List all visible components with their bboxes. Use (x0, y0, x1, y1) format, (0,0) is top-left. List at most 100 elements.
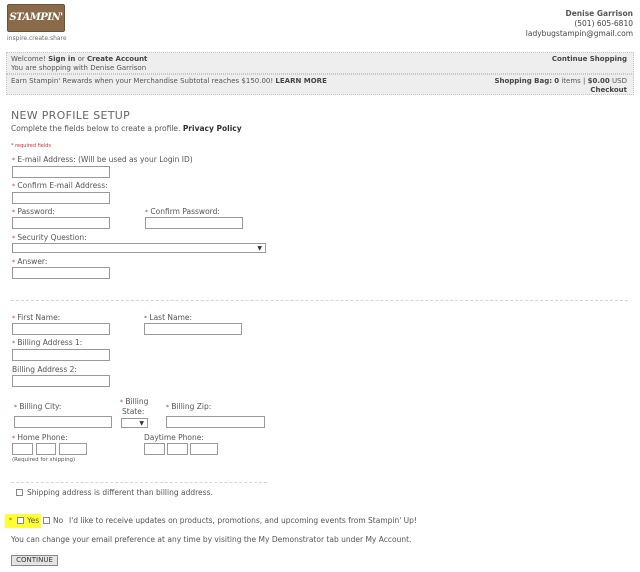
billing-state-label-line1: Billing (125, 397, 149, 406)
billing-address1-label: * Billing Address 1: (12, 338, 82, 347)
currency: USD (612, 77, 627, 85)
contact-phone: (501) 605-6810 (574, 19, 633, 28)
email-field[interactable] (12, 166, 110, 178)
required-star: * (120, 399, 123, 406)
billing-zip-label: * Billing Zip: (166, 402, 211, 411)
confirm-password-label: * Confirm Password: (145, 207, 220, 216)
confirm-password-label-text: Confirm Password: (150, 207, 220, 216)
home-phone-line[interactable] (59, 443, 87, 455)
password-label-text: Password: (17, 207, 55, 216)
sign-in-link[interactable]: Sign in (48, 55, 75, 63)
intro-text: Complete the fields below to create a pr… (11, 124, 242, 133)
updates-no-checkbox[interactable] (43, 517, 50, 524)
daytime-phone-prefix[interactable] (167, 443, 188, 455)
or-text: or (77, 55, 85, 63)
required-star: * (12, 259, 15, 266)
required-star: * (14, 404, 17, 411)
learn-more-link[interactable]: LEARN MORE (275, 77, 326, 85)
checkout-link[interactable]: Checkout (590, 86, 627, 94)
billing-city-label-text: Billing City: (19, 402, 62, 411)
first-name-label: * First Name: (12, 313, 60, 322)
security-question-select[interactable]: ▼ (12, 243, 266, 253)
security-question-label: * Security Question: (12, 233, 87, 242)
required-star: * (12, 183, 15, 190)
required-star: * (145, 209, 148, 216)
shipping-divider (11, 482, 267, 483)
required-star: * (9, 517, 12, 524)
home-phone-area-code[interactable] (12, 443, 33, 455)
required-star: * (12, 209, 15, 216)
billing-state-label: * Billing State: (120, 397, 148, 416)
confirm-email-label-text: Confirm E-mail Address: (17, 181, 108, 190)
security-question-label-text: Security Question: (17, 233, 87, 242)
contact-name: Denise Garrison (565, 9, 633, 18)
confirm-email-label: * Confirm E-mail Address: (12, 181, 108, 190)
email-label: * E-mail Address: (Will be used as your … (12, 155, 193, 164)
rewards-bar: Earn Stampin' Rewards when your Merchand… (6, 74, 634, 95)
required-star: * (12, 340, 15, 347)
home-phone-label: * Home Phone: (12, 433, 68, 442)
required-star: * (12, 157, 15, 164)
required-star: * (12, 315, 15, 322)
continue-button[interactable]: CONTINUE (11, 555, 58, 566)
billing-address1-field[interactable] (12, 349, 110, 361)
updates-description: I'd like to receive updates on products,… (69, 516, 417, 525)
last-name-field[interactable] (144, 323, 242, 335)
rewards-message: Earn Stampin' Rewards when your Merchand… (11, 77, 274, 85)
billing-zip-label-text: Billing Zip: (171, 402, 212, 411)
continue-shopping-link[interactable]: Continue Shopping (552, 55, 627, 64)
privacy-policy-link[interactable]: Privacy Policy (183, 124, 242, 133)
required-star: * (12, 435, 15, 442)
bag-amount: $0.00 (587, 77, 610, 85)
tagline: inspire.create.share (7, 35, 67, 42)
shopping-bag-link[interactable]: Shopping Bag: (494, 77, 552, 85)
shipping-different-checkbox[interactable] (16, 489, 23, 496)
bag-count: 0 (554, 77, 560, 85)
password-label: * Password: (12, 207, 55, 216)
answer-label-text: Answer: (17, 257, 48, 266)
chevron-down-icon: ▼ (257, 245, 262, 252)
home-phone-label-text: Home Phone: (17, 433, 68, 442)
contact-email[interactable]: ladybugstampin@gmail.com (526, 29, 633, 39)
home-phone-prefix[interactable] (36, 443, 56, 455)
billing-address2-field[interactable] (12, 375, 110, 387)
daytime-phone-area-code[interactable] (144, 443, 165, 455)
items-label: items | (561, 77, 586, 85)
confirm-password-field[interactable] (145, 217, 243, 229)
page-title: NEW PROFILE SETUP (11, 109, 131, 122)
billing-state-label-line2: State: (122, 407, 145, 416)
updates-yes-label: Yes (27, 516, 40, 525)
section-divider (11, 300, 628, 301)
required-note: * required fields (11, 143, 52, 149)
required-star: * (166, 404, 169, 411)
shopping-with-text: You are shopping with Denise Garrison (11, 64, 147, 72)
answer-label: * Answer: (12, 257, 47, 266)
email-preference-note: You can change your email preference at … (11, 535, 412, 544)
daytime-phone-line[interactable] (190, 443, 218, 455)
billing-state-select[interactable]: ▼ (121, 418, 148, 428)
billing-address1-label-text: Billing Address 1: (17, 338, 83, 347)
required-star: * (12, 235, 15, 242)
daytime-phone-label: Daytime Phone: (144, 433, 204, 442)
updates-no-label: No (53, 516, 64, 525)
shopping-bag-summary: Shopping Bag: 0 items | $0.00 USD Checko… (494, 77, 627, 95)
create-account-link[interactable]: Create Account (87, 55, 147, 63)
welcome-bar: Welcome! Sign in or Create Account You a… (6, 52, 634, 74)
first-name-field[interactable] (12, 323, 110, 335)
last-name-label-text: Last Name: (149, 313, 193, 322)
stampin-up-logo[interactable]: STAMPIN' UP! (7, 4, 65, 49)
required-star: * (144, 315, 147, 322)
answer-field[interactable] (12, 267, 110, 279)
billing-city-field[interactable] (14, 416, 112, 428)
required-for-shipping-note: (Required for shipping) (12, 457, 76, 463)
confirm-email-field[interactable] (12, 192, 110, 204)
last-name-label: * Last Name: (144, 313, 192, 322)
welcome-text: Welcome! (11, 55, 46, 63)
demonstrator-contact: Denise Garrison (501) 605-6810 ladybugst… (526, 9, 633, 39)
intro-message: Complete the fields below to create a pr… (11, 124, 181, 133)
updates-yes-checkbox[interactable] (17, 517, 24, 524)
shipping-different-label: Shipping address is different than billi… (27, 488, 213, 497)
chevron-down-icon: ▼ (139, 420, 144, 427)
password-field[interactable] (12, 217, 110, 229)
billing-zip-field[interactable] (166, 416, 265, 428)
